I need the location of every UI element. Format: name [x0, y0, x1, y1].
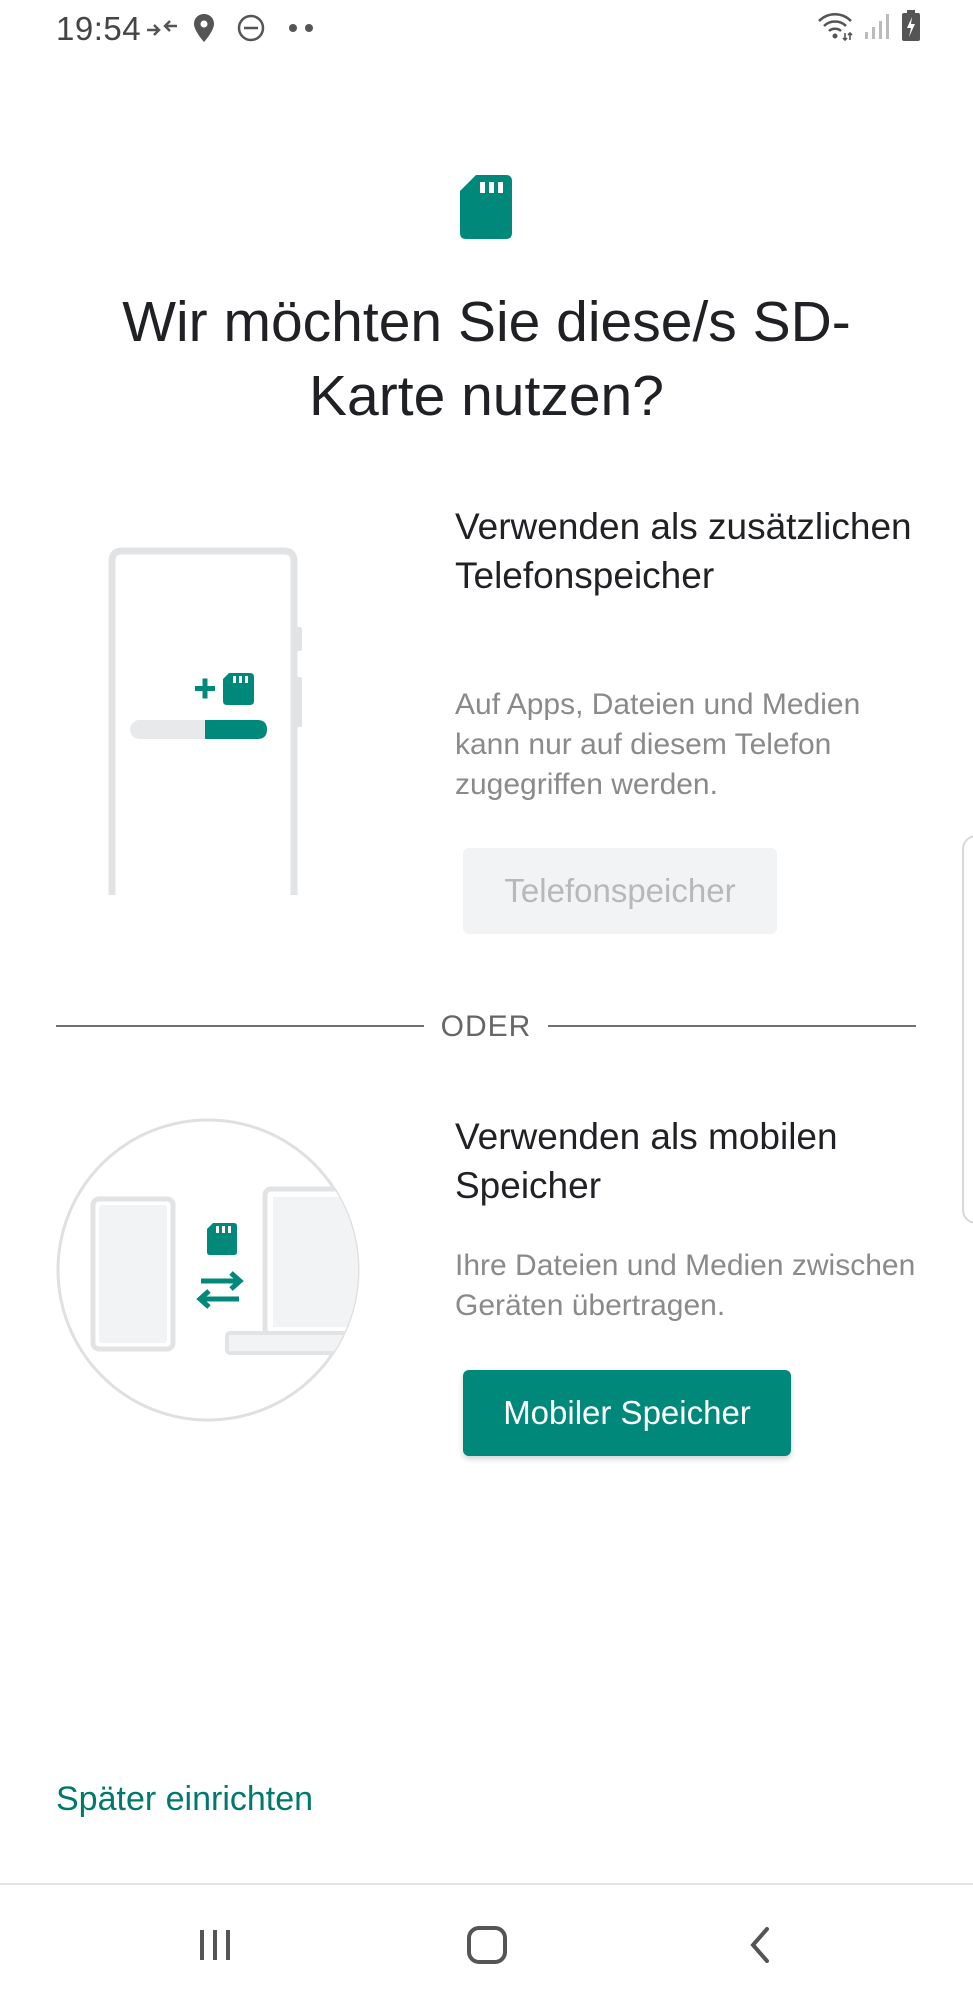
internal-option-description: Auf Apps, Dateien und Medien kann nur au… — [455, 688, 861, 801]
wifi-icon — [817, 11, 853, 46]
internal-option-title: Verwenden als zusätzlichen Telefonspeich… — [455, 506, 912, 596]
divider-line-left — [56, 1025, 424, 1027]
sd-card-icon — [460, 175, 512, 244]
status-right-icons — [817, 10, 921, 47]
battery-charging-icon — [901, 10, 921, 47]
phone-storage-button[interactable]: Telefonspeicher — [463, 848, 777, 934]
status-bar: 19:54 — [0, 0, 973, 56]
divider-line-right — [548, 1025, 916, 1027]
home-icon[interactable] — [447, 1910, 527, 1980]
portable-storage-illustration — [55, 1117, 361, 1428]
divider-label: ODER — [440, 1010, 532, 1043]
portable-option-description: Ihre Dateien und Medien zwischen Geräten… — [455, 1249, 916, 1322]
do-not-disturb-icon — [236, 10, 266, 46]
more-dots-icon — [288, 10, 316, 46]
location-icon — [193, 10, 215, 46]
edge-panel-handle[interactable] — [962, 835, 973, 1224]
page-title: Wir möchten Sie diese/s SD-Karte nutzen? — [122, 290, 851, 428]
signal-icon — [863, 12, 891, 45]
portable-option-title: Verwenden als mobilen Speicher — [455, 1116, 838, 1206]
portable-storage-button[interactable]: Mobiler Speicher — [463, 1370, 791, 1456]
data-arrows-icon — [145, 10, 179, 46]
phone-storage-illustration — [100, 545, 310, 900]
back-icon[interactable] — [720, 1910, 800, 1980]
setup-later-link[interactable]: Später einrichten — [56, 1780, 313, 1819]
status-time: 19:54 — [56, 10, 142, 47]
recents-icon[interactable] — [175, 1910, 255, 1980]
